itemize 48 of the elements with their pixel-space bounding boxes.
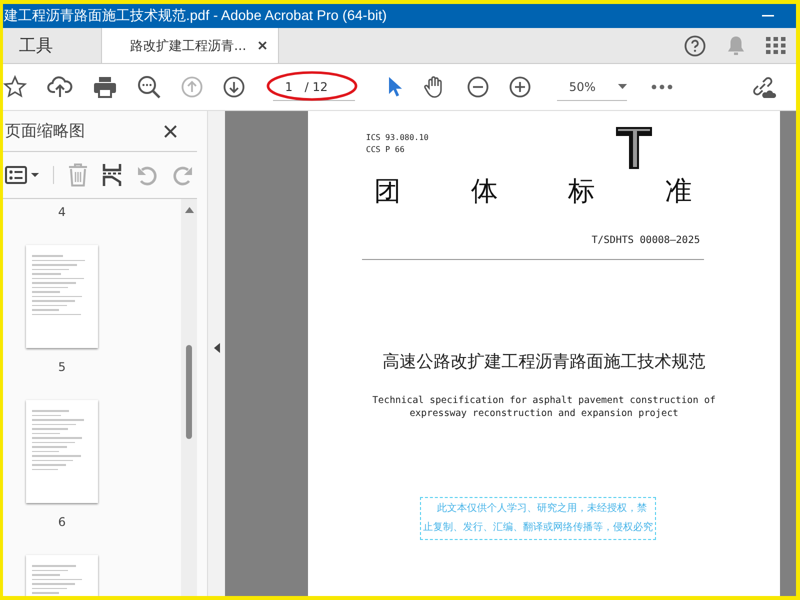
insert-pages-icon[interactable]: [102, 163, 122, 187]
search-icon[interactable]: [137, 75, 161, 99]
page-number-value: 1: [285, 80, 293, 94]
english-title-line: expressway reconstruction and expansion project: [410, 408, 678, 419]
help-icon[interactable]: [684, 34, 706, 56]
heading-character: 团: [374, 175, 401, 209]
page-number-label: 6: [58, 515, 66, 529]
list-options-icon[interactable]: [5, 166, 54, 184]
minimize-icon[interactable]: [762, 15, 774, 17]
link-cloud-icon[interactable]: [750, 75, 776, 99]
page-number-label: 4: [58, 205, 66, 219]
print-icon[interactable]: [93, 76, 117, 98]
document-title: 高速公路改扩建工程沥青路面施工技术规范: [382, 351, 706, 373]
english-title-line: Technical specification for asphalt pavement construction of: [372, 395, 716, 406]
page-count: / 12: [304, 80, 328, 94]
close-icon[interactable]: [164, 124, 177, 138]
apps-grid-icon[interactable]: [766, 36, 786, 54]
page-number-field[interactable]: 1 / 12: [273, 73, 355, 101]
zoom-out-icon[interactable]: [467, 76, 489, 98]
standard-number: T/SDHTS 00008—2025: [592, 235, 700, 246]
notice-text: 止复制、发行、汇编、翻译或网络传播等，侵权必究: [423, 521, 653, 535]
tab[interactable]: 工具: [3, 28, 85, 63]
cloud-upload-icon[interactable]: [47, 75, 73, 99]
close-icon[interactable]: [258, 41, 268, 50]
heading-character: 标: [568, 175, 595, 209]
collapse-arrow-icon[interactable]: [214, 342, 220, 352]
ics-code: ICS 93.080.10: [366, 133, 429, 142]
heading-character: 体: [471, 175, 498, 209]
tab-label: 路改扩建工程沥青...: [130, 38, 246, 54]
zoom-dropdown[interactable]: 50%: [557, 73, 627, 101]
page-thumbnail[interactable]: [26, 245, 98, 348]
ccs-code: CCS P 66: [366, 145, 406, 154]
zoom-in-icon[interactable]: [509, 76, 531, 98]
notice-text: 此文本仅供个人学习、研究之用，未经授权，禁: [437, 502, 647, 516]
page-number-label: 5: [58, 360, 66, 374]
caret-icon: [618, 84, 627, 89]
t-logo-icon: [616, 127, 652, 169]
star-icon[interactable]: [3, 75, 27, 99]
page-thumbnail[interactable]: [26, 400, 98, 503]
more-icon[interactable]: [651, 84, 673, 90]
window-title: 建工程沥青路面施工技术规范.pdf - Adobe Acrobat Pro (64-bit): [4, 7, 387, 25]
pointer-icon[interactable]: [387, 76, 403, 98]
panel-title: 页面缩略图: [5, 120, 85, 142]
heading-character: 准: [665, 175, 692, 209]
scroll-up-icon[interactable]: [184, 207, 194, 213]
scrollbar-thumb[interactable]: [186, 345, 192, 439]
tab[interactable]: 路改扩建工程沥青...: [101, 28, 279, 63]
tab-label: 工具: [19, 35, 53, 57]
